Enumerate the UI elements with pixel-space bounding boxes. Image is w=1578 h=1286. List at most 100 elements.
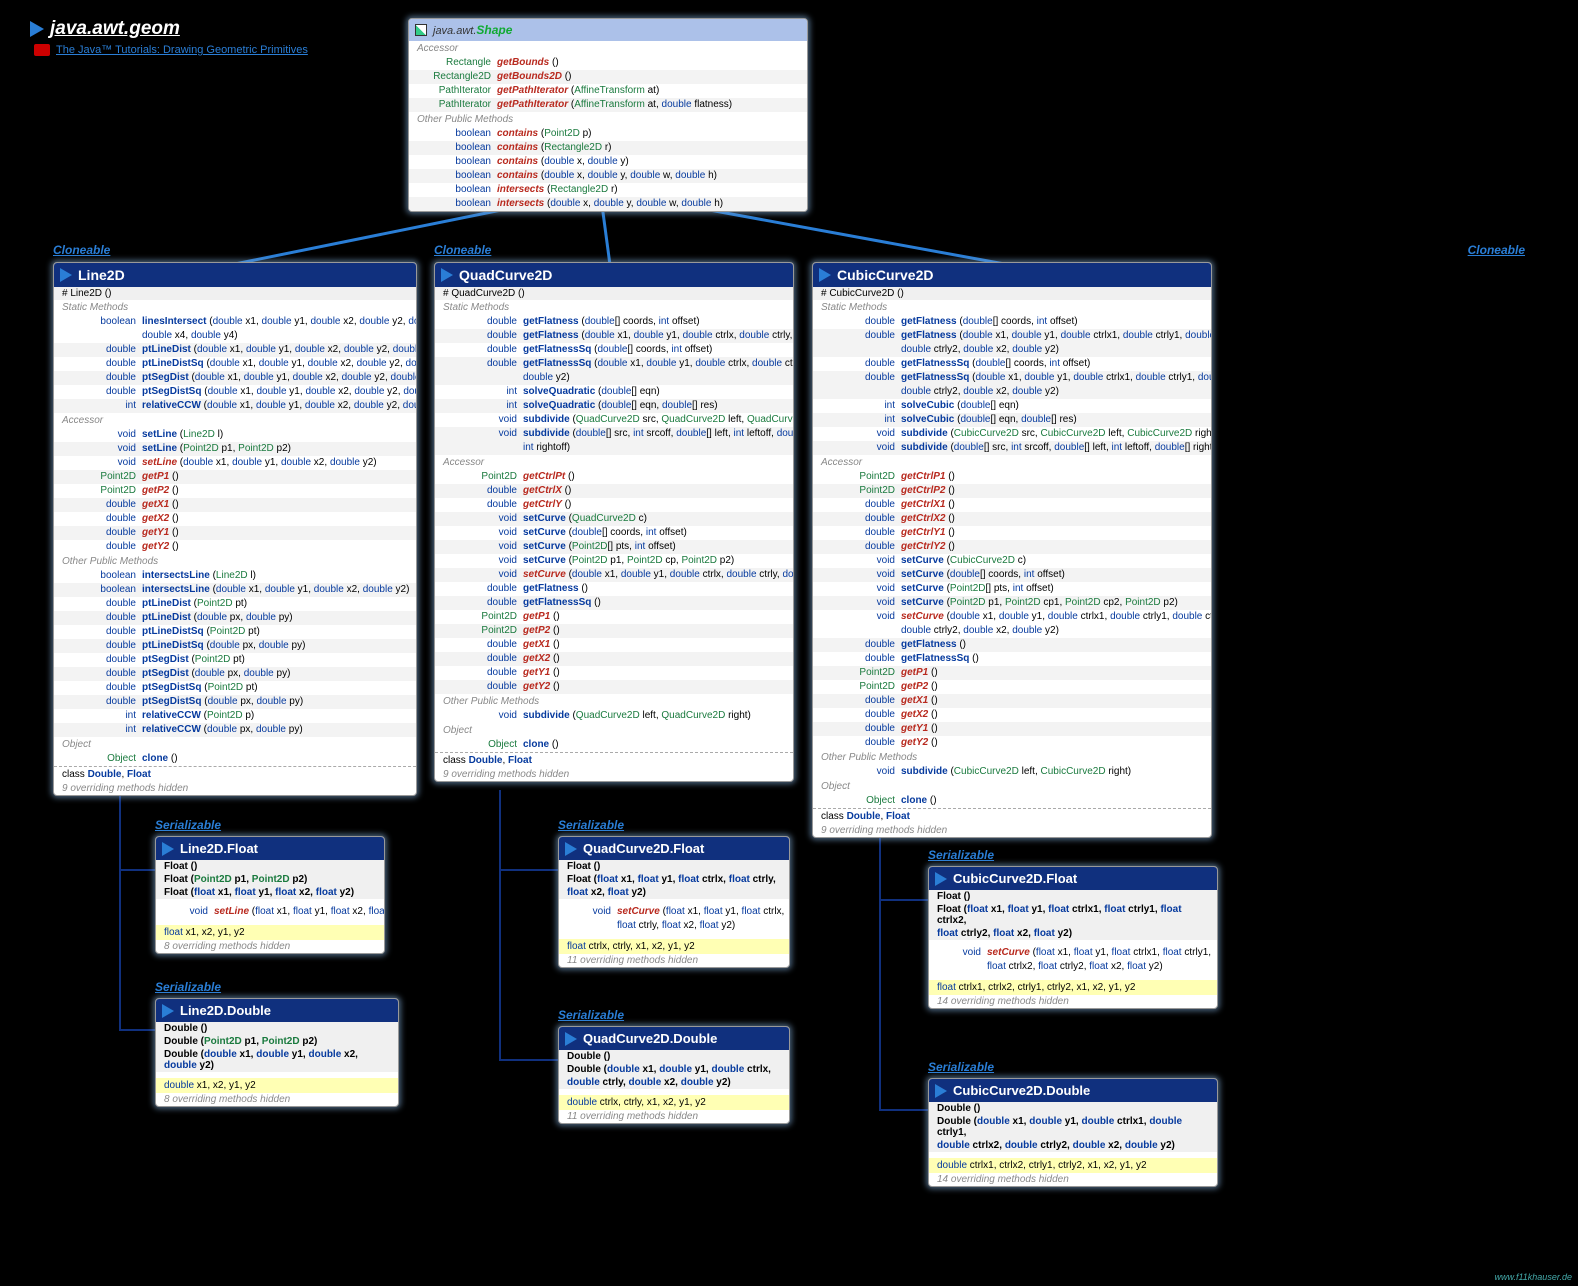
method-row: doublegetCtrlY1 () [813,526,1211,540]
method-row: intrelativeCCW (double x1, double y1, do… [54,399,416,413]
line2d-double-box: Line2D.DoubleDouble ()Double (Point2D p1… [155,998,399,1107]
method-row: doublegetFlatnessSq (double[] coords, in… [435,343,793,357]
nested-classes: class Double, Float [813,808,1211,824]
method-row: doublegetX1 () [54,498,416,512]
method-row: voidsetLine (Line2D l) [54,428,416,442]
serializable-label-3[interactable]: Serializable [558,818,624,832]
method-row: doublegetY1 () [54,526,416,540]
serializable-label-4[interactable]: Serializable [558,1008,624,1022]
method-row-cont: double y2) [435,371,793,385]
constructor: Float (float x1, float y1, float ctrlx, … [559,873,789,886]
method-row-cont: int rightoff) [435,441,793,455]
class-header[interactable]: QuadCurve2D.Double [559,1027,789,1050]
method-row: doubleptLineDistSq (double px, double py… [54,639,416,653]
method-row: doubleptSegDist (double px, double py) [54,667,416,681]
tutorial-link[interactable]: The Java™ Tutorials: Drawing Geometric P… [56,44,308,56]
section-label: Object [813,779,1211,794]
method-row: doublegetFlatness (double x1, double y1,… [813,329,1211,343]
method-row: doublegetFlatness (double[] coords, int … [813,315,1211,329]
method-row: doubleptLineDist (double px, double py) [54,611,416,625]
method-row-cont: double x4, double y4) [54,329,416,343]
class-name: CubicCurve2D [837,267,933,283]
cloneable-label-quad[interactable]: Cloneable [434,243,491,257]
constructor: Float (Point2D p1, Point2D p2) [156,873,384,886]
shape-header[interactable]: java.awt.Shape [409,19,807,41]
class-name: QuadCurve2D.Float [583,841,704,856]
interface-icon [415,24,427,36]
section-label: Accessor [409,41,807,56]
serializable-label-1[interactable]: Serializable [155,818,221,832]
method-row: doubleptLineDist (Point2D pt) [54,597,416,611]
hidden-count: 14 overriding methods hidden [929,995,1217,1008]
method-row-cont: float ctrlx2, float ctrly2, float x2, fl… [929,960,1217,974]
method-row: doubleptSegDistSq (double x1, double y1,… [54,385,416,399]
method-row: booleancontains (double x, double y) [409,155,807,169]
method-row: doublegetFlatness (double x1, double y1,… [435,329,793,343]
method-row: doublegetCtrlY2 () [813,540,1211,554]
method-row: voidsetCurve (double x1, double y1, doub… [813,610,1211,624]
fields: float ctrlx, ctrly, x1, x2, y1, y2 [559,939,789,954]
method-row: doublegetFlatness () [813,638,1211,652]
hidden-count: 11 overriding methods hidden [559,954,789,967]
class-header[interactable]: CubicCurve2D [813,263,1211,287]
class-header[interactable]: Line2D [54,263,416,287]
method-row: Point2DgetP2 () [813,680,1211,694]
serializable-label-5[interactable]: Serializable [928,848,994,862]
quad-double-box: QuadCurve2D.DoubleDouble ()Double (doubl… [558,1026,790,1124]
class-header[interactable]: QuadCurve2D [435,263,793,287]
method-row: Objectclone () [435,738,793,752]
line2d-box: Line2D # Line2D ()Static Methodsbooleanl… [53,262,417,796]
section-label: Accessor [813,455,1211,470]
method-row: Rectangle2DgetBounds2D () [409,70,807,84]
method-row: Point2DgetP2 () [54,484,416,498]
cubic-float-box: CubicCurve2D.FloatFloat ()Float (float x… [928,866,1218,1009]
constructor: Double (double x1, double y1, double ctr… [929,1115,1217,1139]
cloneable-label-cubic[interactable]: Cloneable [1468,243,1525,257]
method-row: voidsetCurve (double x1, double y1, doub… [435,568,793,582]
method-row: doublegetFlatness (double[] coords, int … [435,315,793,329]
class-name: Line2D.Float [180,841,258,856]
class-header[interactable]: Line2D.Float [156,837,384,860]
section-label: Other Public Methods [54,554,416,569]
method-row: voidsetCurve (Point2D[] pts, int offset) [813,582,1211,596]
serializable-label-2[interactable]: Serializable [155,980,221,994]
page-title-text[interactable]: java.awt.geom [50,18,180,40]
class-header[interactable]: Line2D.Double [156,999,398,1022]
class-header[interactable]: QuadCurve2D.Float [559,837,789,860]
method-row: Point2DgetCtrlP1 () [813,470,1211,484]
play-icon [162,842,174,856]
method-row-cont: double ctrly2, double x2, double y2) [813,385,1211,399]
class-header[interactable]: CubicCurve2D.Double [929,1079,1217,1102]
method-row: voidsubdivide (CubicCurve2D src, CubicCu… [813,427,1211,441]
method-row: voidsetLine (Point2D p1, Point2D p2) [54,442,416,456]
constructor: Float () [559,860,789,873]
fields: float x1, x2, y1, y2 [156,925,384,940]
cloneable-label-line2d[interactable]: Cloneable [53,243,110,257]
play-icon [935,1084,947,1098]
shape-name: Shape [476,23,512,37]
method-row: Point2DgetCtrlPt () [435,470,793,484]
method-row: intsolveCubic (double[] eqn, double[] re… [813,413,1211,427]
method-row: doublegetX1 () [435,638,793,652]
method-row: doublegetX2 () [813,708,1211,722]
fields: double ctrlx, ctrly, x1, x2, y1, y2 [559,1095,789,1110]
method-row: Point2DgetP1 () [435,610,793,624]
class-header[interactable]: CubicCurve2D.Float [929,867,1217,890]
method-row: voidsetLine (float x1, float y1, float x… [156,905,384,919]
section-label: Other Public Methods [813,750,1211,765]
serializable-label-6[interactable]: Serializable [928,1060,994,1074]
play-icon [565,842,577,856]
method-row: doublegetFlatnessSq (double[] coords, in… [813,357,1211,371]
oracle-icon [34,44,50,56]
method-row: Objectclone () [54,752,416,766]
class-name: Line2D.Double [180,1003,271,1018]
nested-classes: class Double, Float [54,766,416,782]
constructor: Double (double x1, double y1, double x2,… [156,1048,398,1072]
method-row: voidsetCurve (float x1, float y1, float … [929,946,1217,960]
cubiccurve2d-box: CubicCurve2D # CubicCurve2D ()Static Met… [812,262,1212,838]
play-icon [30,21,44,37]
method-row: Objectclone () [813,794,1211,808]
method-row: Point2DgetCtrlP2 () [813,484,1211,498]
nested-classes: class Double, Float [435,752,793,768]
constructor: Float () [929,890,1217,903]
